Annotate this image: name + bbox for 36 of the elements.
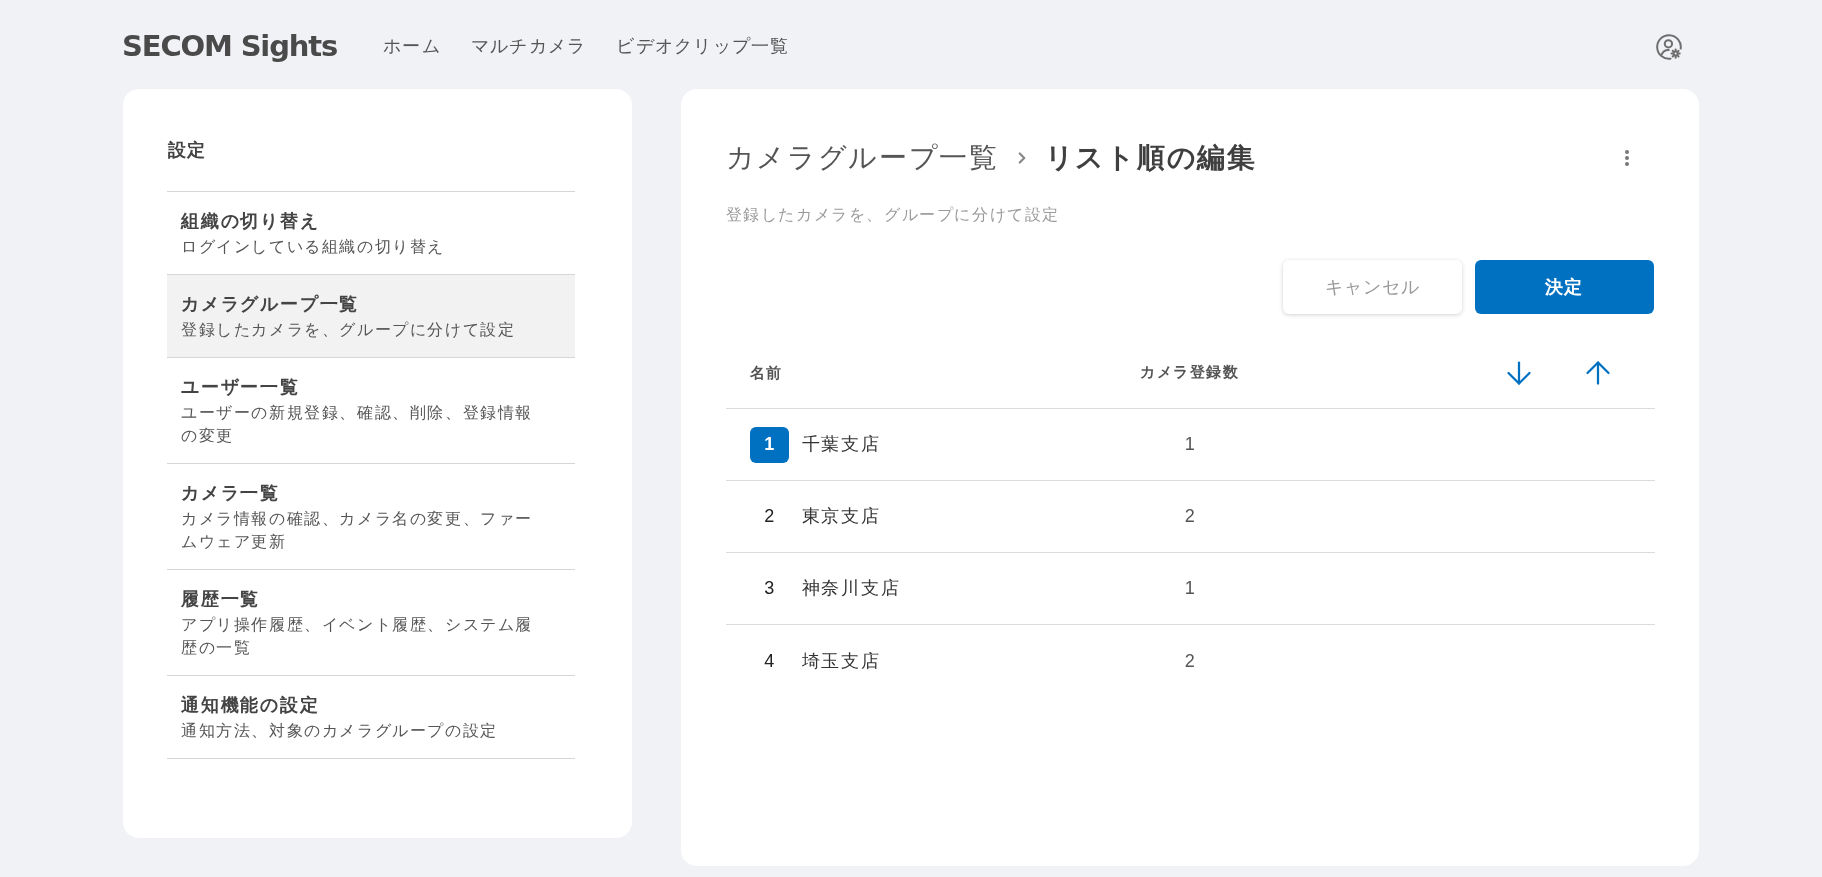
- menu-item-title: 履歴一覧: [181, 588, 262, 611]
- user-settings-icon: [1656, 33, 1682, 60]
- menu-item-description: アプリ操作履歴、イベント履歴、システム履歴の一覧: [181, 615, 534, 658]
- more-vertical-icon: [1625, 150, 1629, 166]
- menu-item-description: 登録したカメラを、グループに分けて設定: [181, 320, 517, 340]
- page-title: リスト順の編集: [1044, 141, 1257, 175]
- group-name: 埼玉支店: [801, 649, 881, 673]
- nav-link[interactable]: ビデオクリップ一覧: [616, 33, 790, 60]
- column-header: カメラ登録数: [1140, 362, 1240, 383]
- menu-item-description: カメラ情報の確認、カメラ名の変更、ファームウェア更新: [181, 509, 534, 552]
- group-name: 東京支店: [801, 505, 881, 528]
- group-name: 神奈川支店: [801, 577, 901, 600]
- menu-item-title: 通知機能の設定: [181, 694, 321, 717]
- group-name: 千葉支店: [801, 433, 881, 456]
- menu-item-description: ユーザーの新規登録、確認、削除、登録情報の変更: [181, 403, 534, 446]
- order-badge[interactable]: 1: [749, 426, 789, 463]
- camera-count: 2: [1184, 505, 1195, 528]
- camera-count: 2: [1184, 649, 1195, 673]
- menu-item-title: カメラ一覧: [181, 482, 281, 505]
- breadcrumb-link[interactable]: カメラグループ一覧: [725, 138, 999, 178]
- menu-item-description: 通知方法、対象のカメラグループの設定: [181, 721, 499, 741]
- camera-count: 1: [1184, 433, 1195, 456]
- menu-item-title: カメラグループ一覧: [181, 293, 361, 316]
- app-logo: SECOM Sights: [122, 32, 338, 61]
- menu-item-title: ユーザー一覧: [181, 376, 301, 399]
- camera-count: 1: [1184, 577, 1195, 600]
- column-header: 名前: [749, 363, 783, 381]
- menu-item-title: 組織の切り替え: [181, 210, 321, 233]
- nav-link[interactable]: マルチカメラ: [470, 33, 587, 60]
- menu-item[interactable]: カメラグループ一覧 登録したカメラを、グループに分けて設定: [167, 275, 575, 358]
- confirm-button[interactable]: 決定: [1475, 260, 1654, 314]
- settings-heading: 設定: [167, 139, 207, 162]
- account-settings-button[interactable]: [1656, 33, 1682, 60]
- page-description: 登録したカメラを、グループに分けて設定: [725, 205, 1062, 225]
- nav-link[interactable]: ホーム: [383, 33, 441, 60]
- menu-item-description: ログインしている組織の切り替え: [181, 237, 446, 257]
